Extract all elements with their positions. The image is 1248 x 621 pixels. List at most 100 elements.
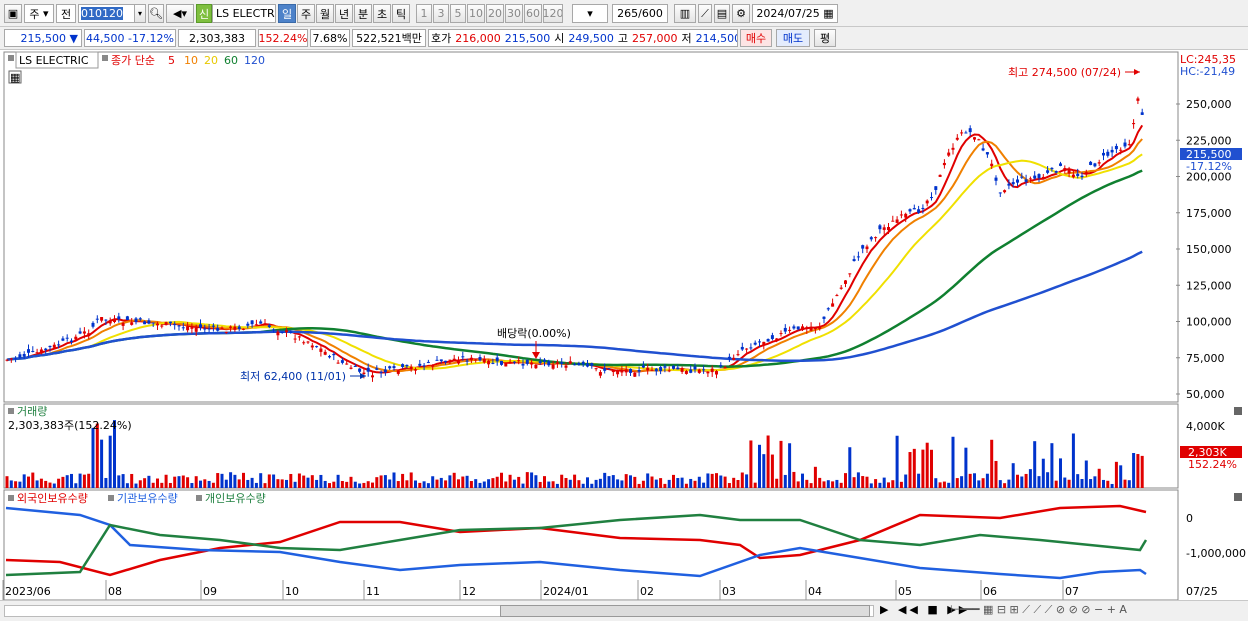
interval-button-120[interactable]: 120 — [543, 4, 563, 23]
candle-body — [667, 370, 671, 372]
period-tab-2[interactable]: 월 — [316, 4, 334, 23]
volume-bar — [233, 474, 237, 488]
volume-bar — [448, 475, 452, 488]
period-tab-1[interactable]: 주 — [297, 4, 315, 23]
volume-bar — [276, 479, 280, 488]
candle-body — [1089, 161, 1093, 165]
volume-bar — [624, 474, 628, 488]
save-icon[interactable]: ▤ — [714, 4, 730, 23]
layout-icon[interactable]: ▣ — [4, 4, 22, 23]
interval-dropdown[interactable]: ▾ — [572, 4, 608, 23]
scroll-thumb[interactable] — [500, 605, 870, 617]
candle-body — [715, 371, 718, 375]
candle-body — [1097, 162, 1101, 164]
candle-body — [95, 318, 99, 320]
sell-button[interactable]: 매도 — [776, 29, 810, 47]
volume-bar — [358, 483, 362, 488]
period-tab-3[interactable]: 년 — [335, 4, 353, 23]
candle-body — [616, 371, 620, 375]
volume-bar — [586, 477, 589, 488]
interval-button-10[interactable]: 10 — [467, 4, 485, 23]
volume-bar — [491, 478, 495, 488]
candle-body — [1007, 183, 1011, 186]
buy-button[interactable]: 매수 — [740, 29, 772, 47]
candle-body — [457, 361, 460, 364]
gear-icon[interactable]: ⚙ — [732, 4, 750, 23]
candle-body — [874, 237, 878, 239]
volume-bar — [61, 476, 65, 488]
legend-institution: 기관보유수량 — [117, 492, 178, 505]
interval-button-20[interactable]: 20 — [486, 4, 504, 23]
volume-bar — [723, 476, 727, 488]
candle-body — [409, 366, 413, 370]
candle-body — [637, 369, 641, 372]
candle-body — [151, 322, 155, 324]
interval-button-3[interactable]: 3 — [433, 4, 449, 23]
search-icon[interactable]: 🔍︎ — [148, 4, 164, 23]
candle-body — [534, 365, 538, 369]
legend-individual: 개인보유수량 — [205, 492, 266, 505]
code-dropdown-icon[interactable]: ▾ — [134, 4, 146, 23]
date-input[interactable]: 2024/07/25 ▦ — [752, 4, 838, 23]
candle-body — [603, 367, 607, 371]
volume-bar — [990, 439, 994, 488]
interval-button-30[interactable]: 30 — [505, 4, 523, 23]
candle-body — [861, 245, 865, 249]
candle-body — [18, 354, 22, 358]
candle-body — [917, 209, 921, 213]
candle-body — [1046, 170, 1050, 173]
volume-bar — [732, 477, 736, 488]
market-select[interactable]: 주 ▾ — [24, 4, 54, 23]
candle-body — [5, 359, 9, 361]
volume-bar — [981, 478, 985, 488]
hc-label: HC:-21,49 — [1180, 65, 1235, 78]
candle-body — [315, 346, 319, 348]
period-tab-6[interactable]: 틱 — [392, 4, 410, 23]
candle-body — [581, 361, 585, 365]
period-tab-0[interactable]: 일 — [278, 4, 296, 23]
candle-body — [629, 368, 632, 373]
candle-body — [981, 148, 985, 151]
volume-bar — [267, 474, 271, 488]
candle-body — [788, 329, 792, 331]
volume-bar — [345, 481, 349, 488]
volume-bar — [5, 476, 9, 488]
volume-bar — [831, 481, 835, 488]
volume-bar — [203, 479, 207, 488]
volume-bar — [396, 481, 400, 488]
volume-bar — [805, 479, 809, 488]
sound-icon[interactable]: ◀▾ — [166, 4, 194, 23]
line-tool-icon[interactable]: ⟋ — [698, 4, 712, 23]
volume-bar — [947, 482, 951, 488]
turnover-pct: 7.68% — [310, 29, 350, 47]
count-field[interactable]: 265/600 — [612, 4, 668, 23]
zoom-tools[interactable]: ⊢━━━ ▦ ⊟ ⊞ ⟋ ⟋ ⟋ ⊘ ⊘ ⊘ − + A — [950, 603, 1127, 617]
close-icon[interactable] — [1234, 407, 1242, 415]
volume-bar — [629, 475, 632, 488]
candle-body — [482, 358, 486, 363]
chart-scrollbar[interactable]: ▶ ◀◀ ■ ▶▶ ⊢━━━ ▦ ⊟ ⊞ ⟋ ⟋ ⟋ ⊘ ⊘ ⊘ − + A — [0, 600, 1248, 621]
stock-name: LS ELECTRI — [212, 4, 276, 23]
volume-bar — [530, 472, 534, 488]
new-badge: 신 — [196, 4, 212, 23]
period-tab-5[interactable]: 초 — [373, 4, 391, 23]
candle-body — [276, 331, 280, 336]
volume-bar — [134, 483, 138, 488]
candle-body — [938, 174, 942, 177]
period-tab-4[interactable]: 분 — [354, 4, 372, 23]
interval-button-5[interactable]: 5 — [450, 4, 466, 23]
volume-bar — [48, 482, 52, 488]
eval-button[interactable]: 평 — [814, 29, 836, 47]
interval-button-60[interactable]: 60 — [524, 4, 542, 23]
volume-bar — [383, 475, 387, 488]
volume-bar — [414, 480, 417, 488]
volume-bar — [930, 449, 933, 488]
close-icon[interactable] — [1234, 493, 1242, 501]
volume-bar — [297, 473, 301, 488]
volume-bar — [551, 481, 555, 488]
candle-type-icon[interactable]: ▥ — [674, 4, 696, 23]
interval-button-1[interactable]: 1 — [416, 4, 432, 23]
volume-bar — [740, 472, 744, 488]
candle-body — [654, 368, 658, 372]
candle-body — [947, 152, 951, 156]
